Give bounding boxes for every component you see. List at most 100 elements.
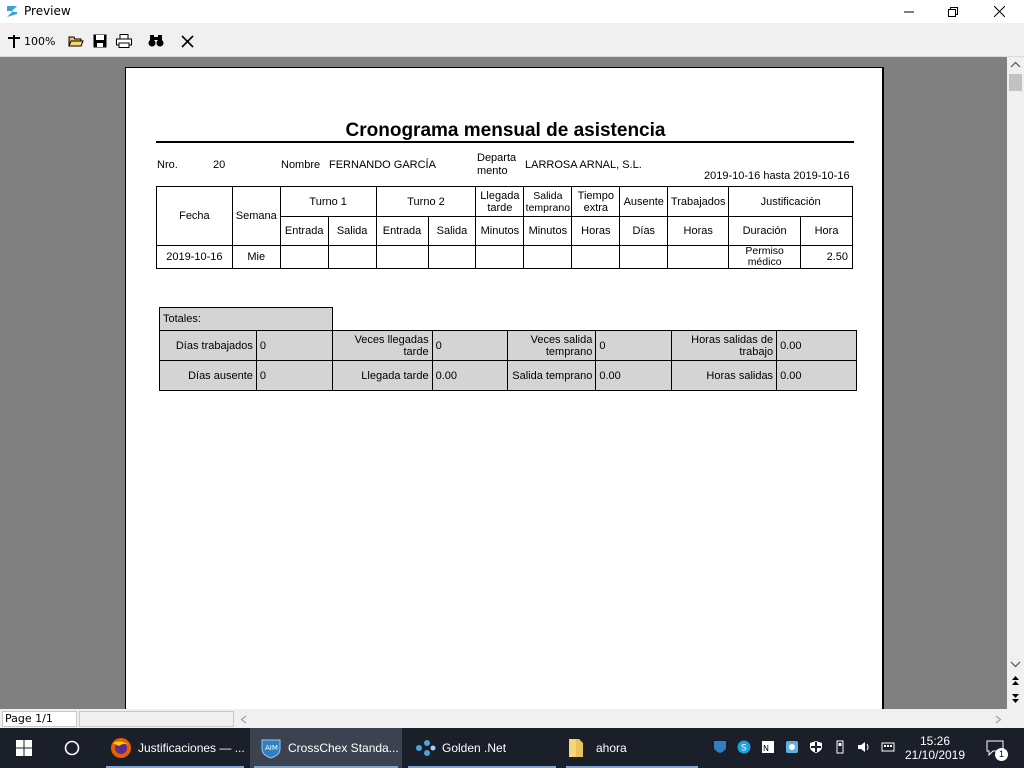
header-salida-2: Salida xyxy=(427,216,477,246)
page-up-icon[interactable] xyxy=(1010,675,1021,687)
page-down-icon[interactable] xyxy=(1010,692,1021,704)
folder-icon xyxy=(569,739,583,757)
clock-time: 15:26 xyxy=(919,734,951,748)
volume-icon[interactable] xyxy=(857,740,871,754)
header-hora: Hora xyxy=(800,216,853,246)
row-cell xyxy=(427,245,477,269)
firefox-icon xyxy=(111,738,131,758)
header-entrada-2: Entrada xyxy=(375,216,429,246)
close-button[interactable] xyxy=(976,0,1022,23)
binoculars-icon xyxy=(148,35,164,47)
salida-temprano-value: 0.00 xyxy=(595,360,673,391)
preview-viewport[interactable]: Cronograma mensual de asistencia Nro. 20… xyxy=(0,57,1007,709)
header-minutos-llegada: Minutos xyxy=(475,216,525,246)
header-horas-extra: Horas xyxy=(571,216,621,246)
windows-logo-icon xyxy=(16,740,32,756)
svg-text:S: S xyxy=(741,744,747,754)
llegada-tarde-label: Llegada tarde xyxy=(331,360,433,391)
svg-text:N: N xyxy=(763,744,769,753)
close-preview-button[interactable] xyxy=(181,32,194,50)
taskbar-item-firefox[interactable]: Justificaciones — ... xyxy=(102,728,248,768)
action-center-button[interactable]: 1 xyxy=(980,728,1010,768)
row-cell xyxy=(571,245,621,269)
golden-net-icon xyxy=(416,740,436,756)
find-button[interactable] xyxy=(148,32,164,50)
search-button[interactable] xyxy=(48,728,96,768)
header-salida-temprano: Salida temprano xyxy=(523,186,573,217)
vertical-scrollbar[interactable] xyxy=(1007,57,1024,709)
taskbar-item-label: Justificaciones — ... xyxy=(138,741,245,755)
dias-trabajados-label: Días trabajados xyxy=(159,330,257,361)
clock[interactable]: 15:26 21/10/2019 xyxy=(903,728,967,768)
title-bar: Preview xyxy=(0,0,1024,23)
salida-temprano-label: Salida temprano xyxy=(507,360,597,391)
crosschex-icon: AIM xyxy=(261,739,281,759)
scroll-left-icon[interactable] xyxy=(240,715,247,724)
zoom-button[interactable]: 100% xyxy=(7,32,55,50)
restore-icon xyxy=(948,6,958,17)
scroll-thumb[interactable] xyxy=(1009,74,1022,91)
crosschex-tray-icon[interactable] xyxy=(713,740,727,754)
header-salida-1: Salida xyxy=(327,216,377,246)
nro-value: 20 xyxy=(213,159,226,171)
scroll-right-icon[interactable] xyxy=(995,715,1002,724)
dias-ausente-value: 0 xyxy=(255,360,333,391)
taskbar-item-folder[interactable]: ahora xyxy=(562,728,702,768)
taskbar-item-label: CrossChex Standa... xyxy=(288,741,399,755)
header-semana: Semana xyxy=(231,186,281,246)
dias-trabajados-value: 0 xyxy=(255,330,333,361)
header-ausente: Ausente xyxy=(619,186,669,217)
horizontal-scrollbar[interactable] xyxy=(236,711,1008,727)
horas-salidas-value: 0.00 xyxy=(776,360,857,391)
nombre-label: Nombre xyxy=(281,159,321,171)
departamento-label-2: mento xyxy=(477,165,508,177)
defender-icon[interactable] xyxy=(809,740,823,754)
veces-salida-temprano-label: Veces salida temprano xyxy=(507,330,597,361)
status-cell xyxy=(79,711,234,727)
save-button[interactable] xyxy=(93,32,107,50)
taskbar-item-golden[interactable]: Golden .Net xyxy=(404,728,560,768)
folder-open-icon xyxy=(68,36,84,47)
zoom-level: 100% xyxy=(24,34,56,48)
minimize-button[interactable] xyxy=(886,0,932,23)
horas-salidas-label: Horas salidas xyxy=(671,360,778,391)
open-button[interactable] xyxy=(68,32,84,50)
header-trabajados: Trabajados xyxy=(667,186,730,217)
header-fecha: Fecha xyxy=(156,186,233,246)
header-minutos-salida: Minutos xyxy=(523,216,573,246)
taskbar-item-crosschex[interactable]: AIM CrossChex Standa... xyxy=(250,728,402,768)
minimize-icon xyxy=(904,11,914,12)
row-cell xyxy=(279,245,329,269)
row-fecha: 2019-10-16 xyxy=(156,245,233,269)
veces-llegadas-tarde-value: 0 xyxy=(431,330,509,361)
header-turno-1: Turno 1 xyxy=(279,186,377,217)
restore-button[interactable] xyxy=(930,0,976,23)
row-cell xyxy=(619,245,669,269)
dias-ausente-label: Días ausente xyxy=(159,360,257,391)
usb-icon[interactable] xyxy=(833,740,847,754)
start-button[interactable] xyxy=(0,728,48,768)
close-icon xyxy=(993,6,1005,17)
report-title: Cronograma mensual de asistencia xyxy=(345,120,666,141)
clock-date: 21/10/2019 xyxy=(904,748,966,762)
horas-salidas-trabajo-label: Horas salidas de trabajo xyxy=(671,330,778,361)
scroll-up-icon[interactable] xyxy=(1010,61,1021,69)
veces-salida-temprano-value: 0 xyxy=(595,330,673,361)
scroll-down-icon[interactable] xyxy=(1010,660,1021,668)
network-x-icon[interactable]: N xyxy=(761,740,775,754)
skype-icon[interactable]: S xyxy=(737,740,751,754)
keyboard-icon[interactable] xyxy=(881,740,895,754)
row-cell xyxy=(475,245,525,269)
header-dias: Días xyxy=(619,216,669,246)
close-icon xyxy=(181,34,194,48)
toolbar: 100% xyxy=(0,23,1024,57)
security-icon[interactable] xyxy=(785,740,799,754)
totals-spacer xyxy=(332,307,857,331)
print-button[interactable] xyxy=(116,32,132,50)
row-cell xyxy=(327,245,377,269)
printer-icon xyxy=(116,34,132,48)
taskbar-item-label: ahora xyxy=(596,741,627,755)
save-icon xyxy=(93,34,107,48)
header-justificacion: Justificación xyxy=(728,186,853,217)
header-llegada-tarde: Llegada tarde xyxy=(475,186,525,217)
